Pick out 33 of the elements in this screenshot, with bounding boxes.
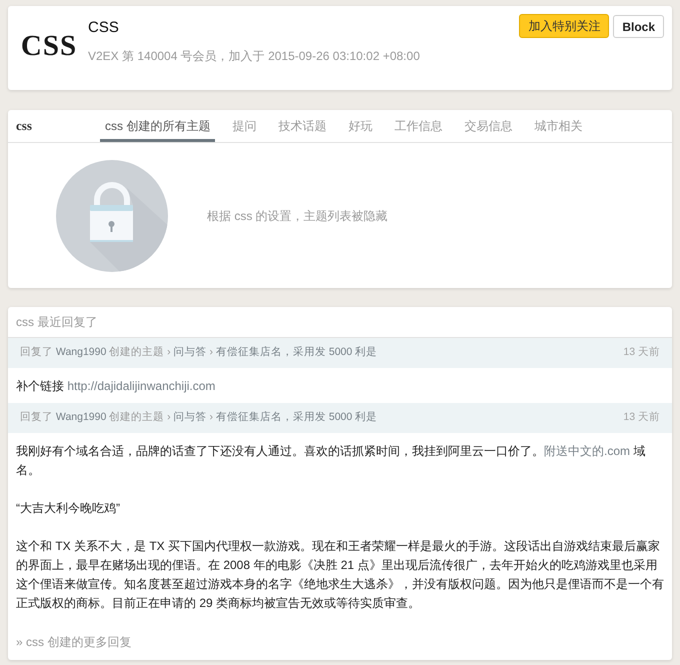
topic-link[interactable]: 有偿征集店名，采用发 5000 利是 bbox=[216, 346, 378, 358]
reply-time: 13 天前 bbox=[623, 345, 660, 360]
topic-tab[interactable]: 交易信息 bbox=[459, 110, 518, 142]
node-link[interactable]: 问与答 bbox=[174, 346, 207, 358]
topic-tab[interactable]: css 创建的所有主题 bbox=[100, 110, 216, 142]
reply-paragraph: “大吉大利今晚吃鸡” bbox=[16, 500, 121, 517]
node-link[interactable]: 问与答 bbox=[174, 411, 207, 424]
reply-paragraph: 这个和 TX 关系不大，是 TX 买下国内代理权一款游戏。现在和王者荣耀一样是最火的手游。这段话出自游戏结束最后赢家的界面上，最早在赌场出现的俚语。在 2008 年的电影《决胜 21 点》里出现后流传很广，去年开始火的吃鸡游戏里也采用这个俚语来做宣传。知名度甚至超过游戏本身的名字《绝地求生大逃杀》，并没有版权问题。因为他只是俚语而不是一个有正式版权的商标。目前正在申请的 29 类商标均被宣告无效或等待实质审查。 bbox=[16, 538, 664, 612]
username-link[interactable]: Wang1990 bbox=[56, 411, 106, 424]
follow-button[interactable]: 加入特别关注 bbox=[519, 14, 610, 38]
topic-tab[interactable]: 工作信息 bbox=[389, 110, 448, 142]
reply-link[interactable]: 附送中文的.com bbox=[544, 444, 630, 458]
lock-icon bbox=[56, 160, 168, 272]
reply-paragraph: 补个链接 http://dajidalijinwanchiji.com bbox=[16, 378, 216, 395]
topic-tab[interactable]: 好玩 bbox=[343, 110, 378, 142]
reply-header-text: 回复了 Wang1990 创建的主题 › 问与答 › 有偿征集店名，采用发 5000 利是 bbox=[20, 345, 378, 360]
replies-title: css 最近回复了 bbox=[16, 314, 98, 331]
avatar-text: CSS bbox=[20, 29, 78, 64]
topic-tab[interactable]: 技术话题 bbox=[273, 110, 332, 142]
block-button[interactable]: Block bbox=[613, 15, 664, 38]
username-link[interactable]: Wang1990 bbox=[56, 346, 106, 358]
reply-header-text: 回复了 Wang1990 创建的主题 › 问与答 › 有偿征集店名，采用发 5000 利是 bbox=[20, 410, 378, 426]
hidden-notice: 根据 css 的设置，主题列表被隐藏 bbox=[207, 208, 388, 224]
username: CSS bbox=[88, 18, 120, 38]
section-label: css bbox=[16, 117, 33, 136]
topic-tab[interactable]: 提问 bbox=[227, 110, 262, 142]
more-replies-link[interactable]: » css 创建的更多回复 bbox=[16, 633, 132, 651]
topic-link[interactable]: 有偿征集店名，采用发 5000 利是 bbox=[216, 411, 378, 424]
member-info: V2EX 第 140004 号会员，加入于 2015-09-26 03:10:02 +08:00 bbox=[88, 48, 420, 65]
reply-link[interactable]: http://dajidalijinwanchiji.com bbox=[67, 379, 216, 393]
topic-tab[interactable]: 城市相关 bbox=[529, 110, 588, 142]
reply-time: 13 天前 bbox=[623, 410, 660, 426]
reply-paragraph: 我刚好有个域名合适，品牌的话查了下还没有人通过。喜欢的话抓紧时间，我挂到阿里云一口价了。附送中文的.com 域名。 bbox=[16, 443, 646, 479]
